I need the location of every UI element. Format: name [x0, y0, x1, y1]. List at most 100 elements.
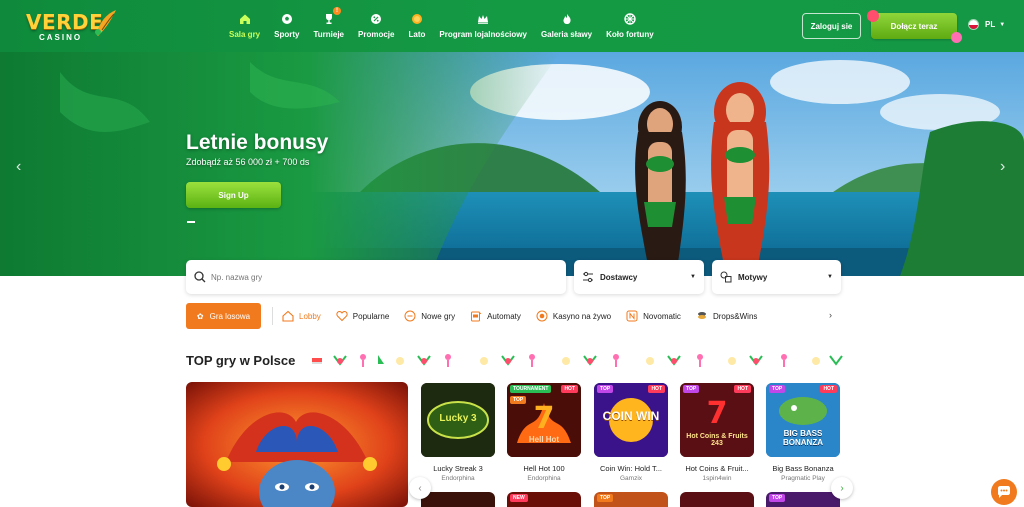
- top-tag: TOP: [597, 494, 614, 502]
- svg-text:7: 7: [534, 401, 555, 436]
- tab-label: Novomatic: [643, 311, 681, 321]
- game-tile-partial[interactable]: TOP: [766, 492, 840, 507]
- top-tag: TOP: [597, 385, 614, 393]
- soccer-ball-icon: [281, 13, 293, 25]
- chevron-down-icon: ▼: [999, 21, 1006, 28]
- shapes-icon: [720, 271, 732, 283]
- tab-novomatic[interactable]: Novomatic: [626, 310, 681, 322]
- nav-label: Promocje: [358, 30, 395, 39]
- providers-dropdown[interactable]: Dostawcy ▼: [574, 260, 704, 294]
- nav-item-kolo-fortuny[interactable]: Koło fortuny: [599, 0, 661, 52]
- game-tile-hell-hot-100[interactable]: 7 Hell Hot TOURNAMENT HOT TOP: [507, 383, 581, 457]
- trophy-icon: [323, 13, 335, 25]
- logo-leaf-icon: [95, 10, 116, 36]
- tab-lobby[interactable]: Lobby: [282, 310, 321, 322]
- tile-art-text: Hell Hot: [528, 435, 560, 444]
- game-tile-partial[interactable]: [421, 492, 495, 507]
- game-tile-partial[interactable]: NEW: [507, 492, 581, 507]
- cherry-icon: [867, 10, 879, 22]
- hell-hot-art: 7: [507, 383, 581, 457]
- game-name: Coin Win: Hold T...: [600, 464, 662, 473]
- nav-label: Koło fortuny: [606, 30, 654, 39]
- language-label: PL: [985, 20, 996, 29]
- flower-icon: [951, 32, 962, 43]
- games-next-button[interactable]: ›: [831, 477, 853, 499]
- login-button[interactable]: Zaloguj sie: [802, 13, 861, 39]
- tile-art-text: COIN WIN: [602, 409, 660, 423]
- search-box[interactable]: [186, 260, 566, 294]
- nav-item-sporty[interactable]: Sporty: [267, 0, 306, 52]
- minus-circle-icon: [404, 310, 416, 322]
- top-tag: TOP: [510, 396, 527, 404]
- summer-decoration-strip: [312, 354, 843, 367]
- tab-popularne[interactable]: Popularne: [336, 310, 389, 322]
- top-tag: TOP: [683, 385, 700, 393]
- game-tile-big-bass-bonanza[interactable]: BIG BASS BONANZA TOP HOT: [766, 383, 840, 457]
- home-icon: [239, 13, 251, 25]
- tile-art-text: Hot Coins & Fruits 243: [686, 433, 748, 447]
- game-tile-partial[interactable]: TOP: [594, 492, 668, 507]
- tab-label: Automaty: [487, 311, 521, 321]
- wheel-icon: [624, 13, 636, 25]
- hero-next-arrow-icon[interactable]: ›: [1000, 158, 1005, 176]
- nav-item-lato[interactable]: Lato: [401, 0, 432, 52]
- tab-label: Drops&Wins: [712, 311, 758, 321]
- sign-up-button[interactable]: Sign Up: [186, 182, 281, 208]
- top-tag: TOP: [769, 494, 786, 502]
- language-selector[interactable]: PL ▼: [968, 19, 1005, 30]
- game-tile-partial[interactable]: [680, 492, 754, 507]
- crown-icon: [477, 13, 489, 25]
- hero-title: Letnie bonusy: [186, 131, 329, 154]
- featured-game-tile[interactable]: [186, 382, 408, 507]
- hot-tag: HOT: [820, 385, 837, 393]
- hero-banner: ‹ › Letnie bonusy Zdobądź aż 56 000 zł +…: [0, 52, 1024, 276]
- tab-nowe-gry[interactable]: Nowe gry: [404, 310, 455, 322]
- clover-icon: ✿: [196, 311, 204, 321]
- nav-label: Lato: [408, 30, 426, 39]
- nav-item-program-lojalnosciowy[interactable]: Program lojalnościowy: [432, 0, 534, 52]
- game-provider: Gamzix: [619, 475, 643, 482]
- slot-machine-icon: [470, 310, 482, 322]
- game-provider: Endorphina: [527, 475, 561, 482]
- tab-drops-wins[interactable]: Drops&Wins: [696, 310, 757, 322]
- random-game-button[interactable]: ✿ Gra losowa: [186, 303, 261, 329]
- percent-icon: [370, 13, 382, 25]
- main-nav: Sala gry Sporty ! Turnieje Promocje Lato…: [222, 0, 661, 52]
- search-input[interactable]: [211, 272, 541, 282]
- tile-art-text: Lucky 3: [439, 413, 477, 424]
- jester-game-art: [186, 382, 408, 507]
- game-tile-hot-coins-fruits[interactable]: 7 Hot Coins & Fruits 243 TOP HOT: [680, 383, 754, 457]
- hero-prev-arrow-icon[interactable]: ‹: [16, 158, 21, 176]
- game-name: Hot Coins & Fruit...: [685, 464, 749, 473]
- game-name: Big Bass Bonanza: [772, 464, 834, 473]
- game-tile-coin-win[interactable]: COIN WIN TOP HOT: [594, 383, 668, 457]
- themes-dropdown[interactable]: Motywy ▼: [712, 260, 841, 294]
- chevron-down-icon: ▼: [827, 274, 833, 280]
- scroll-right-icon[interactable]: ›: [829, 310, 832, 320]
- join-label: Dołącz teraz: [890, 21, 938, 31]
- game-provider: 1spin4win: [702, 475, 732, 482]
- carousel-indicator[interactable]: [187, 221, 195, 223]
- category-tabs: ✿ Gra losowa Lobby Popularne Nowe gry Au…: [186, 303, 841, 329]
- tournament-tag: TOURNAMENT: [510, 385, 552, 393]
- tab-kasyno-na-zywo[interactable]: Kasyno na żywo: [536, 310, 611, 322]
- nav-item-sala-gry[interactable]: Sala gry: [222, 0, 267, 52]
- logo-subtext: CASINO: [39, 33, 83, 42]
- games-prev-button[interactable]: ‹: [409, 477, 431, 499]
- game-name: Lucky Streak 3: [433, 464, 483, 473]
- verde-casino-logo[interactable]: VERDE CASINO: [26, 8, 118, 46]
- n-badge-icon: [626, 310, 638, 322]
- chevron-down-icon: ▼: [690, 274, 696, 280]
- home-icon: [282, 310, 294, 322]
- hot-tag: HOT: [648, 385, 665, 393]
- join-now-button[interactable]: Dołącz teraz: [867, 10, 962, 43]
- nav-item-galeria-slawy[interactable]: Galeria sławy: [534, 0, 599, 52]
- tab-label: Kasyno na żywo: [552, 311, 612, 321]
- tab-automaty[interactable]: Automaty: [470, 310, 521, 322]
- game-tile-lucky-streak-3[interactable]: Lucky 3: [421, 383, 495, 457]
- nav-item-promocje[interactable]: Promocje: [351, 0, 401, 52]
- tab-label: Lobby: [299, 311, 321, 321]
- sun-icon: [411, 13, 423, 25]
- nav-item-turnieje[interactable]: ! Turnieje: [306, 0, 351, 52]
- live-chat-button[interactable]: [991, 479, 1017, 505]
